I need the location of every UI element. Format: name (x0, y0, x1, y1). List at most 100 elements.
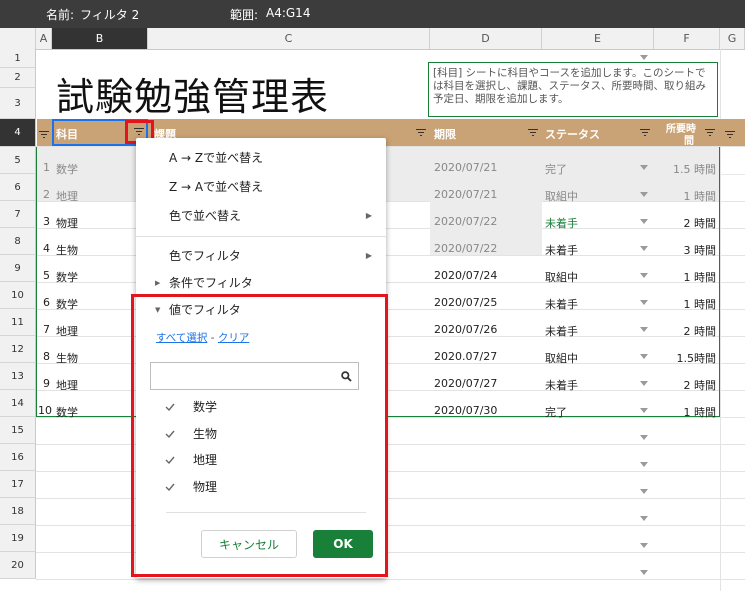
cell-status[interactable]: 未着手 (545, 296, 578, 312)
row-header[interactable]: 19 (0, 525, 36, 552)
cell-status[interactable]: 取組中 (545, 269, 578, 285)
row-header[interactable]: 17 (0, 471, 36, 498)
chevron-down-icon[interactable] (640, 327, 648, 332)
cell-time[interactable]: 1 時間 (668, 296, 717, 312)
cell-subject[interactable]: 生物 (56, 350, 78, 366)
column-header-f[interactable]: F (654, 28, 720, 49)
menu-item-sort-az[interactable]: A → Zで並べ替え (136, 144, 386, 172)
cell-deadline[interactable]: 2020/07/22 (434, 215, 497, 228)
menu-item-filter-color[interactable]: 色でフィルタ ▶ (136, 242, 386, 270)
chevron-down-icon[interactable] (640, 489, 648, 494)
column-header-a[interactable]: A (36, 28, 52, 49)
filter-icon[interactable] (38, 130, 50, 140)
cell-subject[interactable]: 生物 (56, 242, 78, 258)
chevron-down-icon[interactable] (640, 192, 648, 197)
chevron-down-icon[interactable] (640, 165, 648, 170)
row-header[interactable]: 13 (0, 363, 36, 390)
row-header[interactable]: 1 (0, 49, 36, 68)
cell-status[interactable]: 取組中 (545, 188, 578, 204)
row-header[interactable]: 18 (0, 498, 36, 525)
filter-name-value[interactable]: フィルタ 2 (80, 6, 139, 23)
row-header[interactable]: 3 (0, 88, 36, 119)
row-header[interactable]: 14 (0, 390, 36, 417)
filter-icon[interactable] (639, 128, 651, 138)
cell-subject[interactable]: 数学 (56, 269, 78, 285)
cell-time[interactable]: 1.5 時間 (668, 161, 716, 177)
row-header[interactable]: 8 (0, 228, 36, 255)
row-header[interactable]: 16 (0, 444, 36, 471)
cell-time[interactable]: 1 時間 (668, 188, 717, 204)
cell-status[interactable]: 未着手 (545, 215, 578, 231)
cell-status[interactable]: 未着手 (545, 242, 578, 258)
chevron-down-icon[interactable] (640, 408, 648, 413)
row-header[interactable]: 4 (0, 119, 36, 147)
chevron-down-icon[interactable] (640, 55, 648, 60)
cell-time[interactable]: 2 時間 (668, 323, 717, 339)
cell-time[interactable]: 1 時間 (668, 269, 717, 285)
cell-status[interactable]: 未着手 (545, 377, 578, 393)
filter-icon[interactable] (527, 128, 539, 138)
filter-icon[interactable] (415, 128, 427, 138)
cell-status[interactable]: 未着手 (545, 323, 578, 339)
menu-item-sort-color[interactable]: 色で並べ替え ▶ (136, 202, 386, 230)
cell-subject[interactable]: 地理 (56, 323, 78, 339)
row-header[interactable]: 12 (0, 336, 36, 363)
cell-subject[interactable]: 物理 (56, 215, 78, 231)
chevron-down-icon[interactable] (640, 516, 648, 521)
chevron-down-icon[interactable] (640, 273, 648, 278)
column-header-c[interactable]: C (148, 28, 430, 49)
column-headers: A B C D E F G (0, 28, 745, 50)
active-filter-icon[interactable] (133, 127, 145, 137)
row-header[interactable]: 2 (0, 68, 36, 88)
row-header[interactable]: 9 (0, 255, 36, 282)
chevron-down-icon[interactable] (640, 570, 648, 575)
chevron-down-icon[interactable] (640, 462, 648, 467)
chevron-down-icon[interactable] (640, 381, 648, 386)
column-header-e[interactable]: E (542, 28, 654, 49)
cell-time[interactable]: 2 時間 (668, 215, 717, 231)
chevron-down-icon[interactable] (640, 300, 648, 305)
cell-subject[interactable]: 数学 (56, 161, 78, 177)
select-all-corner[interactable] (0, 28, 36, 49)
cell-deadline[interactable]: 2020/07/30 (434, 404, 497, 417)
menu-item-sort-za[interactable]: Z → Aで並べ替え (136, 173, 386, 201)
cell-status[interactable]: 完了 (545, 404, 567, 420)
row-header[interactable]: 7 (0, 201, 36, 228)
menu-item-filter-condition[interactable]: ▶ 条件でフィルタ (136, 269, 386, 297)
cell-deadline[interactable]: 2020/07/24 (434, 269, 497, 282)
cell-subject[interactable]: 数学 (56, 296, 78, 312)
row-header[interactable]: 5 (0, 147, 36, 174)
cell-status[interactable]: 完了 (545, 161, 567, 177)
row-header[interactable]: 20 (0, 552, 36, 579)
cell-deadline[interactable]: 2020/07/21 (434, 188, 497, 201)
filter-range-value[interactable]: A4:G14 (266, 6, 310, 20)
chevron-down-icon[interactable] (640, 543, 648, 548)
cell-subject[interactable]: 数学 (56, 404, 78, 420)
chevron-down-icon[interactable] (640, 354, 648, 359)
cell-deadline[interactable]: 2020/07/27 (434, 377, 497, 390)
row-header[interactable]: 15 (0, 417, 36, 444)
row-header[interactable]: 10 (0, 282, 36, 309)
cell-deadline[interactable]: 2020/07/26 (434, 323, 497, 336)
row-header[interactable]: 6 (0, 174, 36, 201)
cell-subject[interactable]: 地理 (56, 188, 78, 204)
row-header[interactable]: 11 (0, 309, 36, 336)
cell-deadline[interactable]: 2020/07/25 (434, 296, 497, 309)
column-header-g[interactable]: G (720, 28, 745, 49)
chevron-down-icon[interactable] (640, 246, 648, 251)
chevron-down-icon[interactable] (640, 435, 648, 440)
cell-deadline[interactable]: 2020.07/27 (434, 350, 497, 363)
filter-icon[interactable] (704, 128, 716, 138)
cell-time[interactable]: 3 時間 (668, 242, 717, 258)
cell-deadline[interactable]: 2020/07/22 (434, 242, 497, 255)
cell-status[interactable]: 取組中 (545, 350, 578, 366)
cell-subject[interactable]: 地理 (56, 377, 78, 393)
cell-time[interactable]: 2 時間 (668, 377, 717, 393)
column-header-b[interactable]: B (52, 28, 148, 49)
filter-icon[interactable] (724, 130, 736, 140)
cell-time[interactable]: 1 時間 (668, 404, 717, 420)
cell-deadline[interactable]: 2020/07/21 (434, 161, 497, 174)
cell-time[interactable]: 1.5時間 (668, 350, 717, 366)
column-header-d[interactable]: D (430, 28, 542, 49)
chevron-down-icon[interactable] (640, 219, 648, 224)
